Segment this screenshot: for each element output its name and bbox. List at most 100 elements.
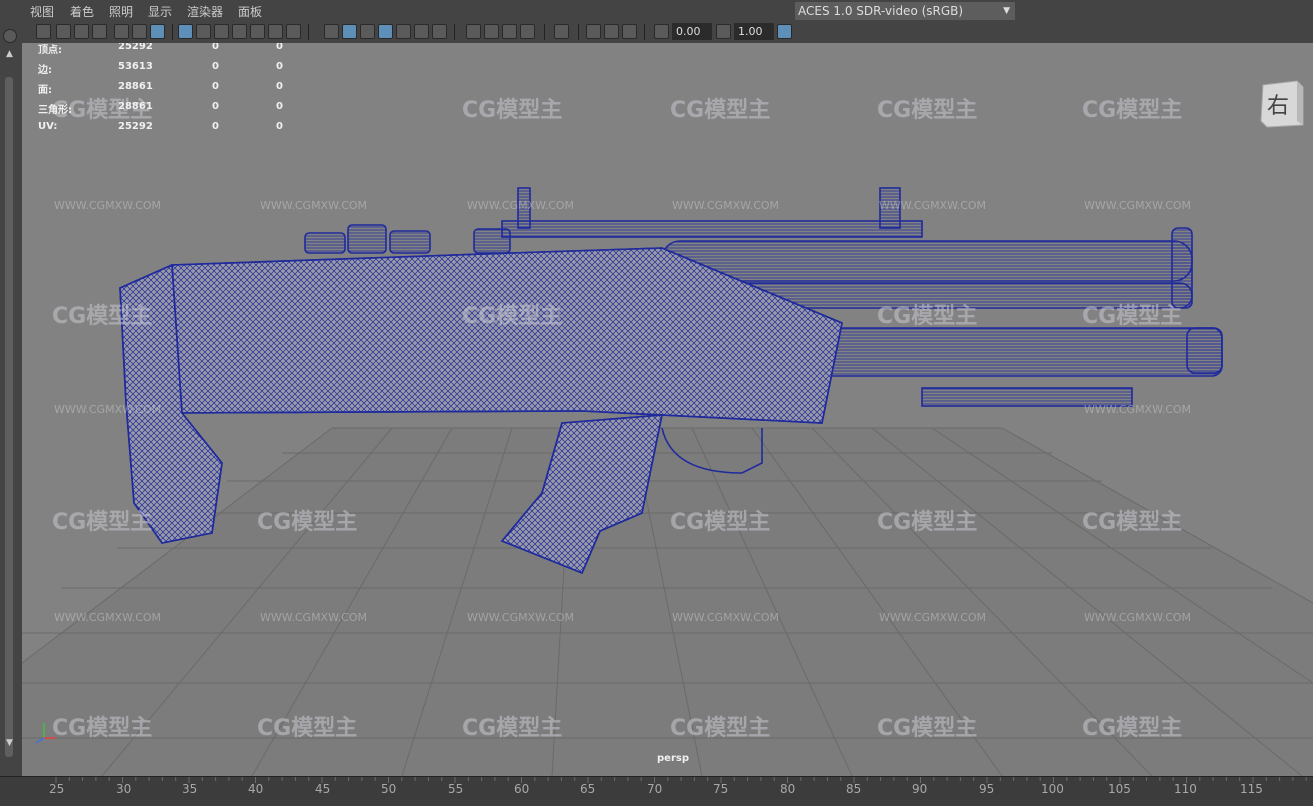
smooth-shade-icon[interactable]: [342, 24, 357, 39]
timeline-tick-label: 100: [1041, 782, 1064, 796]
screen-space-ao-icon[interactable]: [466, 24, 481, 39]
timeline-tick-label: 55: [448, 782, 464, 796]
watermark-url: WWW.CGMXW.COM: [672, 611, 779, 624]
left-scrollbar[interactable]: [5, 77, 13, 757]
motion-blur-icon[interactable]: [484, 24, 499, 39]
watermark-logo: CG模型主: [877, 716, 977, 741]
timeline-tick-label: 60: [514, 782, 530, 796]
watermark-logo: CG模型主: [1082, 716, 1182, 741]
view-transform-dropdown[interactable]: ACES 1.0 SDR-video (sRGB) ▼: [795, 2, 1015, 20]
default-material-icon[interactable]: [360, 24, 375, 39]
timeline-tick-label: 70: [647, 782, 663, 796]
menu-view[interactable]: 视图: [30, 3, 54, 20]
timeline-tick-label: 115: [1240, 782, 1263, 796]
separator: [454, 24, 455, 40]
color-management-icon[interactable]: [777, 24, 792, 39]
backface-culling-icon[interactable]: [622, 24, 637, 39]
gate-mask-icon[interactable]: [232, 24, 247, 39]
3d-viewport[interactable]: CG模型主 CG模型主 CG模型主 CG模型主 CG模型主 CG模型主 CG模型…: [22, 43, 1313, 776]
watermark-url: WWW.CGMXW.COM: [672, 199, 779, 212]
watermark-logo: CG模型主: [877, 98, 977, 123]
camera-name-label: persp: [657, 753, 689, 764]
watermark-url: WWW.CGMXW.COM: [1084, 611, 1191, 624]
watermark-logo: CG模型主: [257, 510, 357, 535]
watermark-url: WWW.CGMXW.COM: [54, 199, 161, 212]
exposure-icon[interactable]: [654, 24, 669, 39]
timeline-tick-label: 35: [182, 782, 198, 796]
menu-panels[interactable]: 面板: [238, 3, 262, 20]
viewport-toolbar: 0.00 1.00: [22, 21, 1313, 44]
menu-renderer[interactable]: 渲染器: [187, 3, 223, 20]
watermark-logo: CG模型主: [1082, 510, 1182, 535]
safe-title-icon[interactable]: [286, 24, 301, 39]
watermark-logo: CG模型主: [52, 304, 152, 329]
film-gate-icon[interactable]: [196, 24, 211, 39]
watermark-logo: CG模型主: [462, 304, 562, 329]
scroll-down-icon[interactable]: ▼: [6, 738, 13, 748]
watermark-logo: CG模型主: [670, 716, 770, 741]
depth-of-field-icon[interactable]: [520, 24, 535, 39]
safe-action-icon[interactable]: [268, 24, 283, 39]
chevron-down-icon: ▼: [1003, 6, 1010, 16]
watermark-logo: CG模型主: [52, 510, 152, 535]
exposure-field[interactable]: 0.00: [672, 23, 712, 40]
watermark-logo: CG模型主: [462, 716, 562, 741]
xray-active-icon[interactable]: [604, 24, 619, 39]
bookmark-icon[interactable]: [74, 24, 89, 39]
xray-icon[interactable]: [396, 24, 411, 39]
xray-joints-icon[interactable]: [586, 24, 601, 39]
watermark-logo: CG模型主: [52, 716, 152, 741]
scene-canvas: CG模型主 CG模型主 CG模型主 CG模型主 CG模型主 CG模型主 CG模型…: [22, 98, 1313, 776]
image-plane-icon[interactable]: [114, 24, 129, 39]
field-chart-icon[interactable]: [250, 24, 265, 39]
timeline-tick-label: 95: [979, 782, 995, 796]
separator: [644, 24, 645, 40]
timeline-tick-label: 75: [713, 782, 729, 796]
2d-pan-zoom-icon[interactable]: [132, 24, 147, 39]
timeline-tick-label: 80: [780, 782, 796, 796]
menu-lighting[interactable]: 照明: [109, 3, 133, 20]
camera-select-icon[interactable]: [36, 24, 51, 39]
timeline-tick-label: 105: [1108, 782, 1131, 796]
grease-pencil-icon[interactable]: [150, 24, 165, 39]
menu-shading[interactable]: 着色: [70, 3, 94, 20]
time-slider[interactable]: 25 30 35 40 45 50 55 60 65 70 75 80 85 9…: [0, 776, 1313, 806]
panel-options-icon[interactable]: [3, 29, 17, 43]
watermark-url: WWW.CGMXW.COM: [260, 199, 367, 212]
watermark-url: WWW.CGMXW.COM: [1084, 199, 1191, 212]
timeline-tick-label: 85: [846, 782, 862, 796]
use-all-lights-icon[interactable]: [414, 24, 429, 39]
view-cube[interactable]: 右: [1257, 79, 1305, 129]
timeline-tick-label: 65: [580, 782, 596, 796]
separator: [172, 24, 173, 40]
watermark-logo: CG模型主: [257, 716, 357, 741]
watermark-url: WWW.CGMXW.COM: [879, 611, 986, 624]
watermark-logo: CG模型主: [462, 98, 562, 123]
watermark-logo: CG模型主: [877, 510, 977, 535]
isolate-select-icon[interactable]: [554, 24, 569, 39]
view-transform-label: ACES 1.0 SDR-video (sRGB): [798, 4, 964, 18]
menu-show[interactable]: 显示: [148, 3, 172, 20]
grid-icon[interactable]: [178, 24, 193, 39]
wireframe-on-shaded-icon[interactable]: [378, 24, 393, 39]
gamma-icon[interactable]: [716, 24, 731, 39]
wireframe-icon[interactable]: [324, 24, 339, 39]
timeline-tick-label: 110: [1174, 782, 1197, 796]
shadows-icon[interactable]: [432, 24, 447, 39]
bookmark-icon-2[interactable]: [92, 24, 107, 39]
watermark-logo: CG模型主: [1082, 304, 1182, 329]
watermark-url: WWW.CGMXW.COM: [467, 611, 574, 624]
timeline-tick-label: 30: [116, 782, 132, 796]
timeline-tick-label: 40: [248, 782, 264, 796]
watermark-url: WWW.CGMXW.COM: [467, 199, 574, 212]
scroll-up-icon[interactable]: ▲: [6, 49, 13, 59]
timeline-tick-label: 25: [49, 782, 65, 796]
separator: [308, 24, 309, 40]
anti-aliasing-icon[interactable]: [502, 24, 517, 39]
gamma-field[interactable]: 1.00: [734, 23, 774, 40]
panel-menu-bar: 视图 着色 照明 显示 渲染器 面板: [0, 0, 1313, 21]
separator: [578, 24, 579, 40]
resolution-gate-icon[interactable]: [214, 24, 229, 39]
view-cube-face-label: 右: [1267, 94, 1290, 119]
camera-attributes-icon[interactable]: [56, 24, 71, 39]
